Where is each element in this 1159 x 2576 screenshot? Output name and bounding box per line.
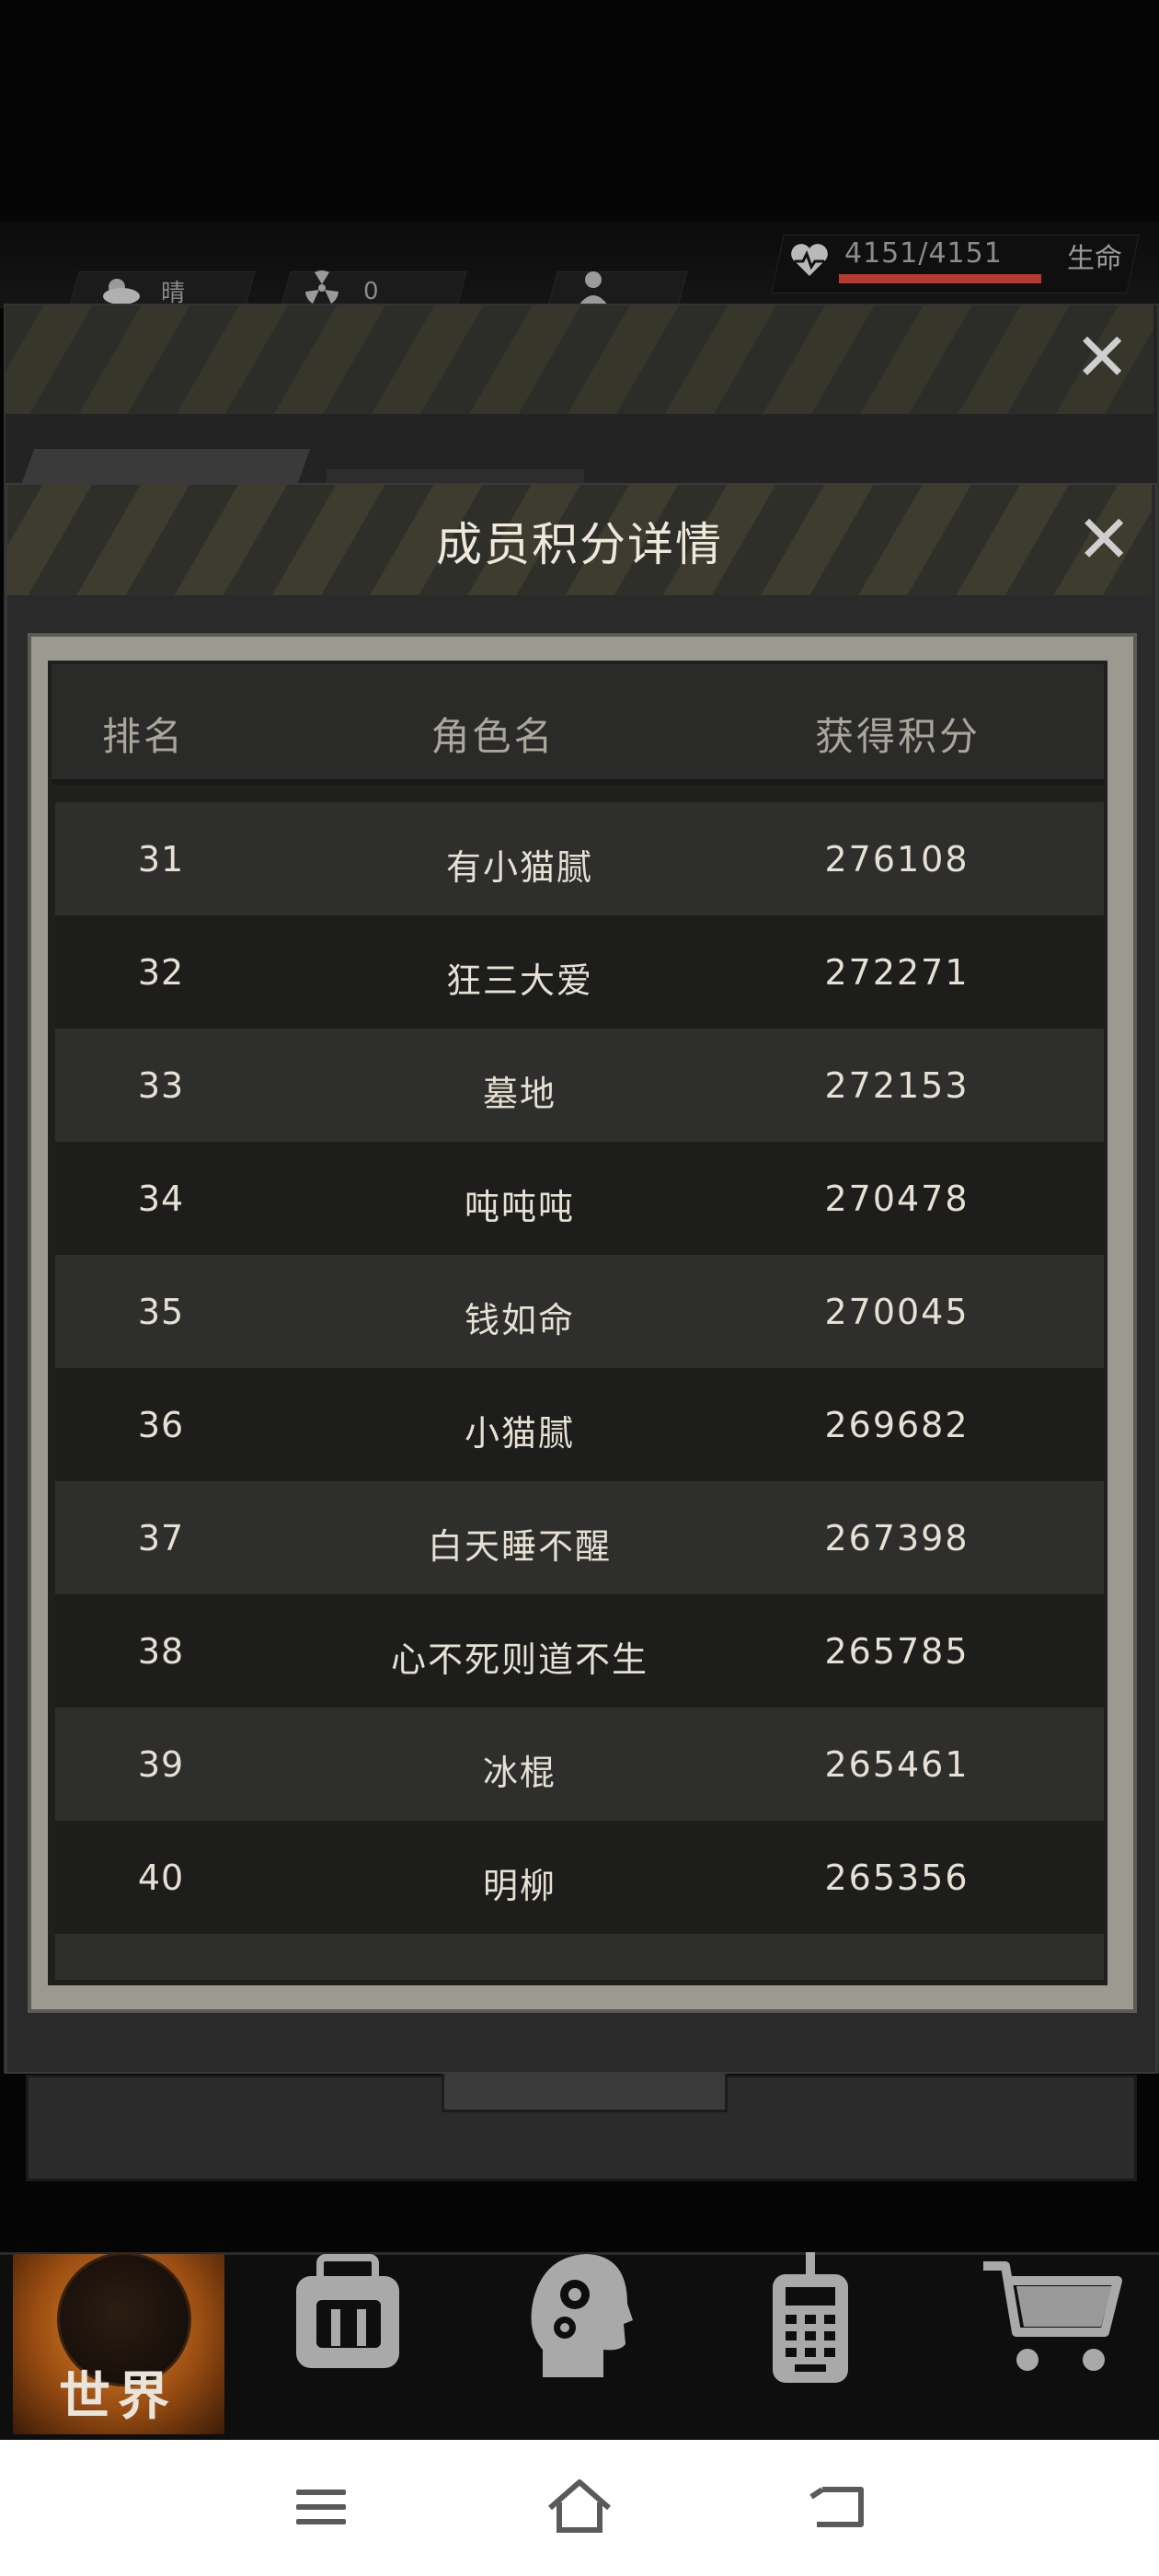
table-row: 36 小猫腻 269682 — [55, 1368, 1104, 1481]
column-header-rank: 排名 — [101, 714, 185, 759]
score-cell: 267398 — [824, 1518, 970, 1558]
name-cell: 冰棍 — [482, 1753, 557, 1793]
name-cell: 心不死则道不生 — [390, 1639, 648, 1680]
back-icon[interactable] — [809, 2480, 868, 2536]
hp-label: 生命 — [1067, 243, 1122, 275]
table-row: 31 有小猫腻 276108 — [55, 802, 1104, 915]
close-icon[interactable]: ✕ — [1076, 506, 1131, 572]
table-row: 32 狂三大爱 272271 — [55, 915, 1104, 1029]
rank-cell: 34 — [137, 1179, 185, 1219]
home-icon[interactable] — [545, 2477, 614, 2536]
parent-footer-button[interactable] — [442, 2070, 728, 2112]
name-cell: 狂三大爱 — [445, 960, 593, 1001]
dialog-title: 成员积分详情 — [436, 518, 723, 571]
rank-cell: 32 — [137, 952, 185, 993]
name-cell: 墓地 — [482, 1074, 557, 1114]
head-gears-icon[interactable] — [524, 2248, 635, 2386]
name-cell: 吨吨吨 — [464, 1187, 575, 1227]
cloud-sun-icon — [103, 279, 140, 305]
score-cell: 272153 — [824, 1065, 970, 1106]
cart-icon[interactable] — [980, 2259, 1127, 2378]
rank-cell: 40 — [137, 1857, 185, 1898]
name-cell: 明柳 — [482, 1866, 557, 1906]
name-cell: 小猫腻 — [464, 1413, 575, 1454]
column-header-name: 角色名 — [430, 714, 556, 759]
table-row: 34 吨吨吨 270478 — [55, 1142, 1104, 1255]
name-cell: 钱如命 — [464, 1300, 575, 1340]
table-row: 33 墓地 272153 — [55, 1029, 1104, 1142]
rank-cell: 37 — [137, 1518, 185, 1558]
radio-icon[interactable] — [763, 2250, 855, 2388]
parent-panel-header — [6, 305, 1153, 414]
score-cell: 269682 — [824, 1405, 970, 1445]
backpack-icon[interactable] — [285, 2254, 414, 2374]
rank-cell: 33 — [137, 1065, 185, 1106]
menu-icon[interactable] — [294, 2484, 350, 2530]
score-cell: 265461 — [824, 1744, 970, 1785]
rank-cell: 39 — [137, 1744, 185, 1785]
score-cell: 276108 — [824, 839, 970, 880]
score-cell: 272271 — [824, 952, 970, 993]
score-cell: 265785 — [824, 1631, 970, 1672]
table-row: 37 白天睡不醒 267398 — [55, 1481, 1104, 1594]
table-header: 排名 角色名 获得积分 — [52, 664, 1104, 785]
score-cell: 265356 — [824, 1857, 970, 1898]
radiation-value: 0 — [363, 278, 379, 305]
column-header-score: 获得积分 — [814, 714, 981, 759]
score-cell: 270478 — [824, 1179, 970, 1219]
heart-icon — [791, 244, 828, 276]
parent-close-icon[interactable]: ✕ — [1074, 324, 1130, 390]
name-cell: 有小猫腻 — [445, 847, 593, 888]
table-row — [55, 1934, 1104, 1980]
score-cell: 270045 — [824, 1292, 970, 1332]
rank-cell: 38 — [137, 1631, 185, 1672]
table-row: 40 明柳 265356 — [55, 1821, 1104, 1934]
parent-tab[interactable] — [20, 449, 311, 486]
rank-cell: 36 — [137, 1405, 185, 1445]
person-icon — [579, 271, 608, 305]
table-row: 38 心不死则道不生 265785 — [55, 1594, 1104, 1708]
rank-cell: 31 — [137, 839, 185, 880]
radiation-icon — [305, 270, 339, 304]
rank-cell: 35 — [137, 1292, 185, 1332]
hp-bar — [839, 274, 1041, 283]
table-row: 35 钱如命 270045 — [55, 1255, 1104, 1368]
table-row: 39 冰棍 265461 — [55, 1708, 1104, 1821]
hp-value: 4151/4151 — [844, 237, 1003, 270]
nav-world-label: 世界 — [59, 2367, 177, 2427]
name-cell: 白天睡不醒 — [427, 1526, 612, 1567]
